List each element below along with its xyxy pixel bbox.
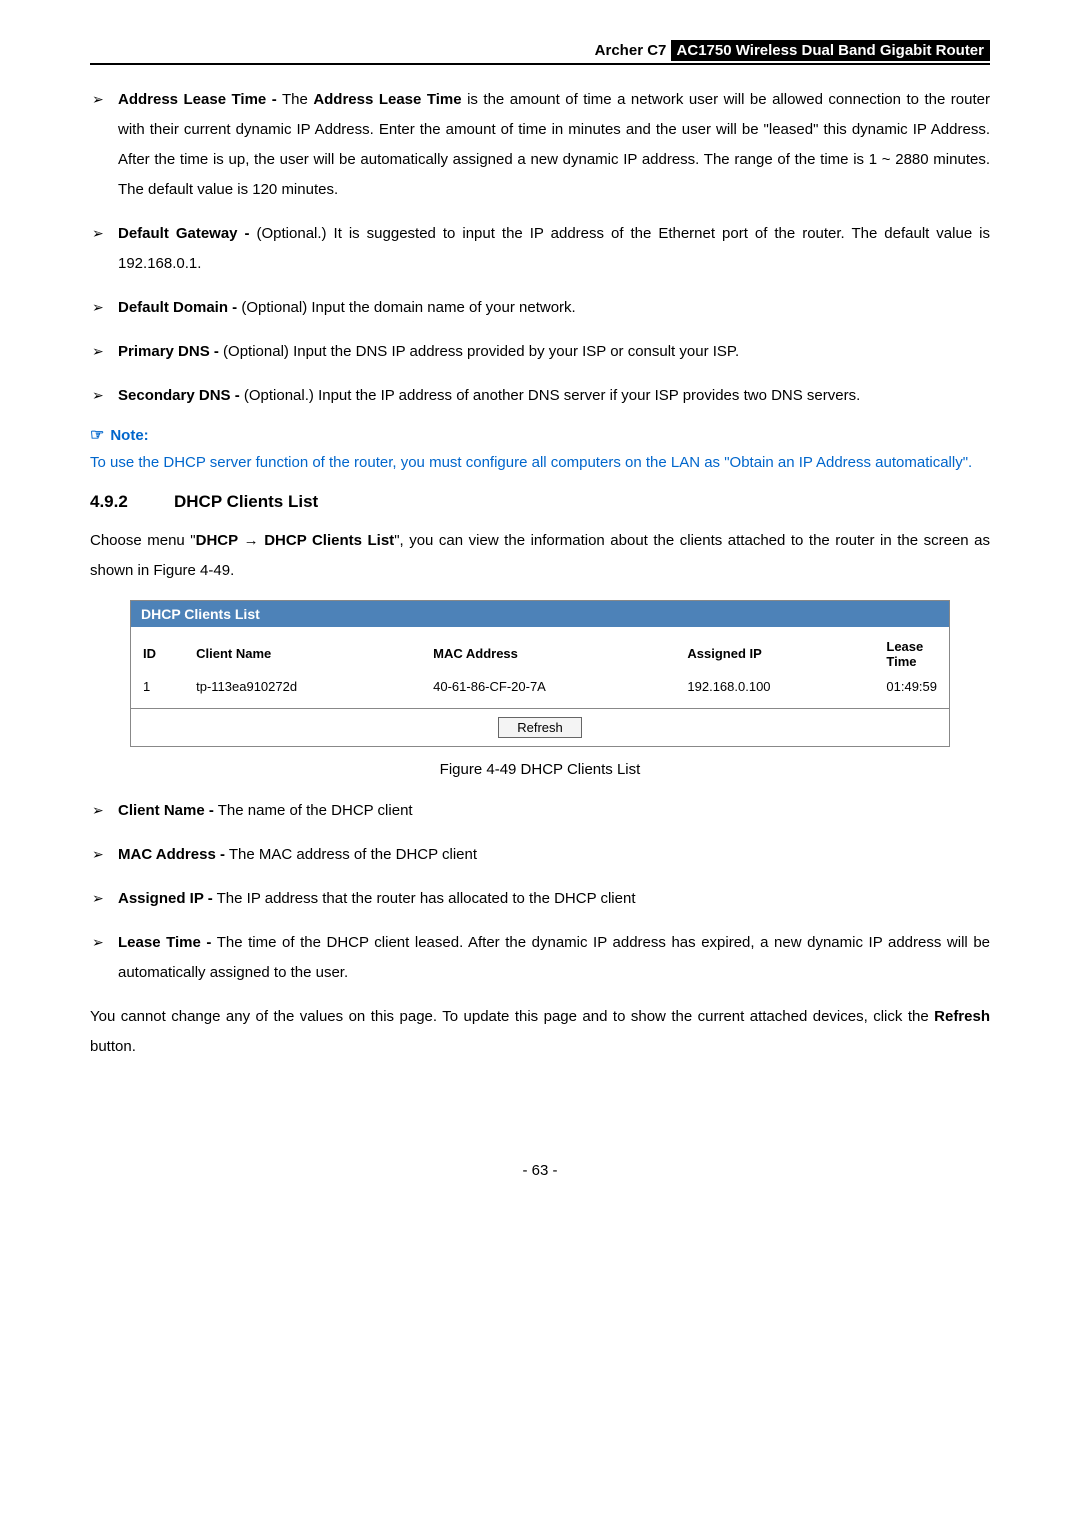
bullet-default-gateway: Default Gateway - (Optional.) It is sugg… <box>118 219 990 279</box>
bullet-text-pre: The <box>277 91 314 108</box>
col-client-name: Client Name <box>184 627 421 677</box>
bullet-lead: Lease Time - <box>118 934 211 951</box>
bullet-lead2: Address Lease Time <box>313 91 461 108</box>
cell-client-name: tp-113ea910272d <box>184 677 421 708</box>
section-number: 4.9.2 <box>90 492 174 512</box>
col-id: ID <box>131 627 184 677</box>
dhcp-figure: DHCP Clients List ID Client Name MAC Add… <box>130 600 950 747</box>
bottom-bullet-list: Client Name - The name of the DHCP clien… <box>90 796 990 988</box>
closing-bold: Refresh <box>934 1008 990 1025</box>
col-lease-time: Lease Time <box>874 627 949 677</box>
section-title: DHCP Clients List <box>174 492 318 511</box>
bullet-text: The name of the DHCP client <box>214 802 413 819</box>
dhcp-panel-title: DHCP Clients List <box>131 601 949 627</box>
closing-post: button. <box>90 1038 136 1055</box>
intro-arrow: → <box>238 532 264 549</box>
cell-mac-address: 40-61-86-CF-20-7A <box>421 677 675 708</box>
bullet-text: (Optional) Input the domain name of your… <box>237 299 576 316</box>
header-model: Archer C7 <box>595 42 667 59</box>
note-heading: ☞ Note: <box>90 425 990 445</box>
intro-b1: DHCP <box>196 532 239 549</box>
hand-icon: ☞ <box>90 427 104 444</box>
col-mac-address: MAC Address <box>421 627 675 677</box>
cell-assigned-ip: 192.168.0.100 <box>675 677 874 708</box>
table-header-row: ID Client Name MAC Address Assigned IP L… <box>131 627 949 677</box>
bullet-address-lease-time: Address Lease Time - The Address Lease T… <box>118 85 990 205</box>
bullet-default-domain: Default Domain - (Optional) Input the do… <box>118 293 990 323</box>
bullet-text: (Optional) Input the DNS IP address prov… <box>219 343 739 360</box>
bullet-text: The IP address that the router has alloc… <box>213 890 636 907</box>
top-bullet-list: Address Lease Time - The Address Lease T… <box>90 85 990 411</box>
section-heading: 4.9.2DHCP Clients List <box>90 492 990 512</box>
bullet-lead: MAC Address - <box>118 846 225 863</box>
page-number: - 63 - <box>90 1162 990 1179</box>
bullet-lead: Address Lease Time - <box>118 91 277 108</box>
bullet-primary-dns: Primary DNS - (Optional) Input the DNS I… <box>118 337 990 367</box>
bullet-lease-time: Lease Time - The time of the DHCP client… <box>118 928 990 988</box>
refresh-button[interactable]: Refresh <box>498 717 582 738</box>
bullet-text: (Optional.) Input the IP address of anot… <box>240 387 861 404</box>
bullet-lead: Default Domain - <box>118 299 237 316</box>
figure-caption: Figure 4-49 DHCP Clients List <box>90 761 990 778</box>
bullet-assigned-ip: Assigned IP - The IP address that the ro… <box>118 884 990 914</box>
bullet-lead: Primary DNS - <box>118 343 219 360</box>
bullet-client-name: Client Name - The name of the DHCP clien… <box>118 796 990 826</box>
closing-paragraph: You cannot change any of the values on t… <box>90 1002 990 1062</box>
closing-pre: You cannot change any of the values on t… <box>90 1008 934 1025</box>
bullet-lead: Assigned IP - <box>118 890 213 907</box>
intro-pre: Choose menu " <box>90 532 196 549</box>
cell-lease-time: 01:49:59 <box>874 677 949 708</box>
header-product: AC1750 Wireless Dual Band Gigabit Router <box>671 40 990 61</box>
intro-b2: DHCP Clients List <box>264 532 394 549</box>
dhcp-clients-table: ID Client Name MAC Address Assigned IP L… <box>131 627 949 708</box>
bullet-secondary-dns: Secondary DNS - (Optional.) Input the IP… <box>118 381 990 411</box>
bullet-lead: Secondary DNS - <box>118 387 240 404</box>
bullet-mac-address: MAC Address - The MAC address of the DHC… <box>118 840 990 870</box>
note-body: To use the DHCP server function of the r… <box>90 449 990 478</box>
refresh-row: Refresh <box>131 708 949 746</box>
bullet-text: (Optional.) It is suggested to input the… <box>118 225 990 272</box>
page-header: Archer C7 AC1750 Wireless Dual Band Giga… <box>90 40 990 65</box>
dhcp-panel: DHCP Clients List ID Client Name MAC Add… <box>130 600 950 747</box>
cell-id: 1 <box>131 677 184 708</box>
note-label: Note: <box>110 427 148 444</box>
bullet-lead: Client Name - <box>118 802 214 819</box>
col-assigned-ip: Assigned IP <box>675 627 874 677</box>
bullet-text: The MAC address of the DHCP client <box>225 846 477 863</box>
table-row: 1 tp-113ea910272d 40-61-86-CF-20-7A 192.… <box>131 677 949 708</box>
section-intro: Choose menu "DHCP → DHCP Clients List", … <box>90 526 990 586</box>
bullet-text: The time of the DHCP client leased. Afte… <box>118 934 990 981</box>
bullet-lead: Default Gateway - <box>118 225 250 242</box>
